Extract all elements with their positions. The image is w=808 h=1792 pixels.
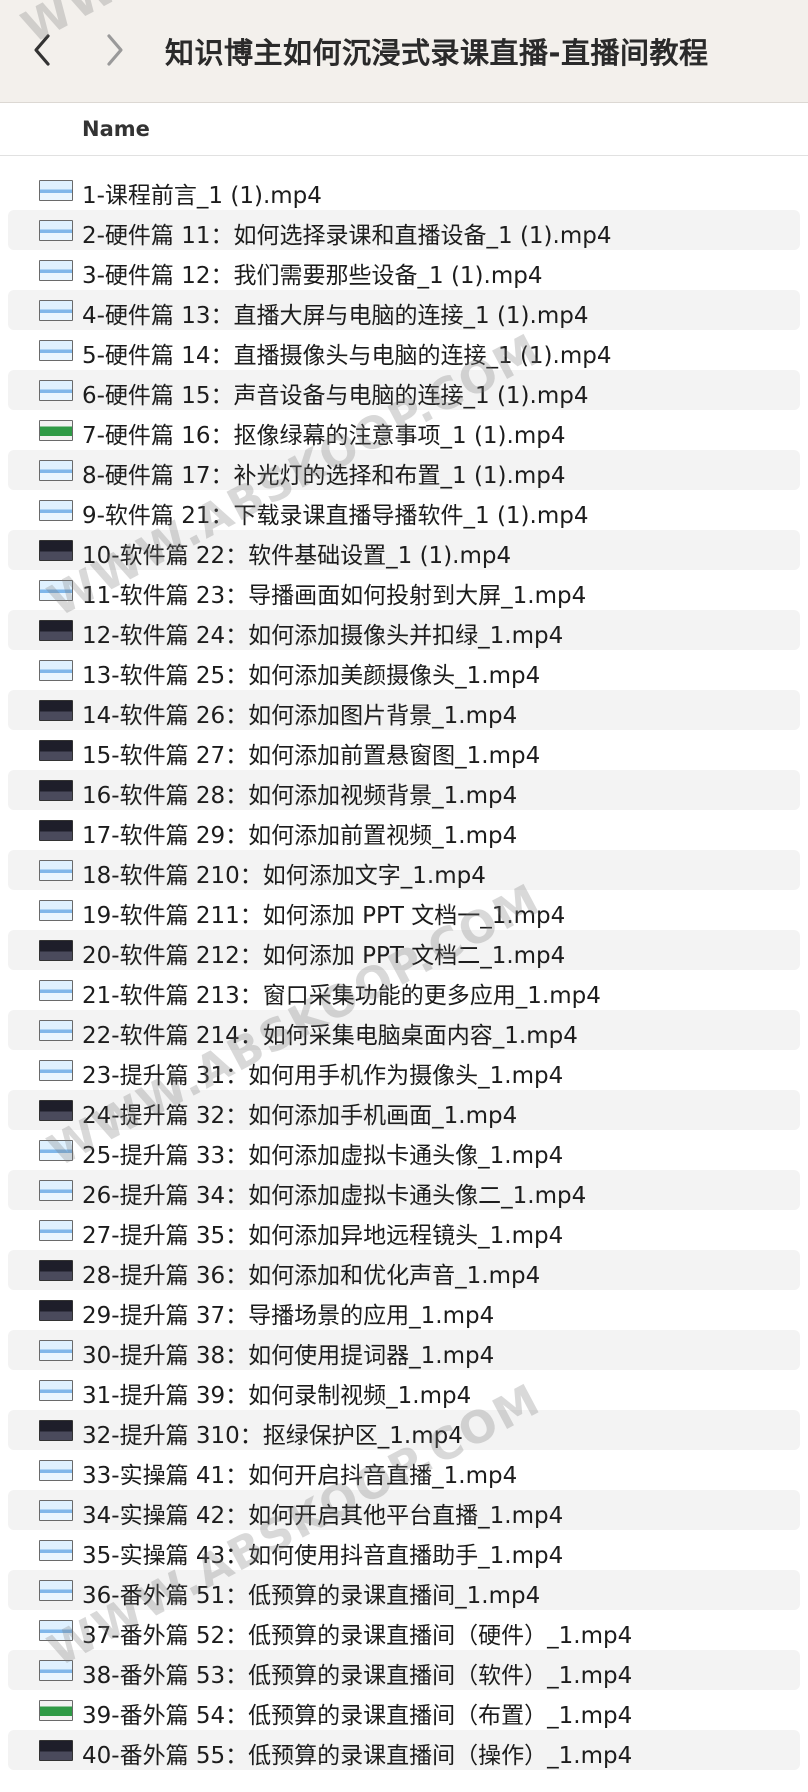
- video-thumbnail-icon: [39, 420, 73, 441]
- file-row[interactable]: 26-提升篇 34：如何添加虚拟卡通头像二_1.mp4: [8, 1170, 800, 1210]
- file-name: 30-提升篇 38：如何使用提词器_1.mp4: [82, 1343, 495, 1369]
- column-header[interactable]: Name: [0, 103, 808, 156]
- file-row[interactable]: 3-硬件篇 12：我们需要那些设备_1 (1).mp4: [8, 250, 800, 290]
- video-thumbnail-icon: [39, 1020, 73, 1041]
- file-name: 15-软件篇 27：如何添加前置悬窗图_1.mp4: [82, 743, 541, 769]
- file-row[interactable]: 16-软件篇 28：如何添加视频背景_1.mp4: [8, 770, 800, 810]
- file-row[interactable]: 38-番外篇 53：低预算的录课直播间（软件）_1.mp4: [8, 1650, 800, 1690]
- file-row[interactable]: 22-软件篇 214：如何采集电脑桌面内容_1.mp4: [8, 1010, 800, 1050]
- video-thumbnail-icon: [39, 980, 73, 1001]
- video-thumbnail-icon: [39, 1340, 73, 1361]
- file-row[interactable]: 27-提升篇 35：如何添加异地远程镜头_1.mp4: [8, 1210, 800, 1250]
- video-thumbnail-icon: [39, 380, 73, 401]
- file-row[interactable]: 12-软件篇 24：如何添加摄像头并扣绿_1.mp4: [8, 610, 800, 650]
- file-row[interactable]: 18-软件篇 210：如何添加文字_1.mp4: [8, 850, 800, 890]
- file-row[interactable]: 4-硬件篇 13：直播大屏与电脑的连接_1 (1).mp4: [8, 290, 800, 330]
- video-thumbnail-icon: [39, 1180, 73, 1201]
- file-row[interactable]: 35-实操篇 43：如何使用抖音直播助手_1.mp4: [8, 1530, 800, 1570]
- file-row[interactable]: 9-软件篇 21：下载录课直播导播软件_1 (1).mp4: [8, 490, 800, 530]
- video-thumbnail-icon: [39, 300, 73, 321]
- file-row[interactable]: 15-软件篇 27：如何添加前置悬窗图_1.mp4: [8, 730, 800, 770]
- video-thumbnail-icon: [39, 1260, 73, 1281]
- file-row[interactable]: 19-软件篇 211：如何添加 PPT 文档一_1.mp4: [8, 890, 800, 930]
- file-row[interactable]: 39-番外篇 54：低预算的录课直播间（布置）_1.mp4: [8, 1690, 800, 1730]
- file-row[interactable]: 40-番外篇 55：低预算的录课直播间（操作）_1.mp4: [8, 1730, 800, 1770]
- video-thumbnail-icon: [39, 1060, 73, 1081]
- file-name: 4-硬件篇 13：直播大屏与电脑的连接_1 (1).mp4: [82, 303, 589, 329]
- file-row[interactable]: 31-提升篇 39：如何录制视频_1.mp4: [8, 1370, 800, 1410]
- file-row[interactable]: 5-硬件篇 14：直播摄像头与电脑的连接_1 (1).mp4: [8, 330, 800, 370]
- video-thumbnail-icon: [39, 1460, 73, 1481]
- file-name: 11-软件篇 23：导播画面如何投射到大屏_1.mp4: [82, 583, 587, 609]
- video-thumbnail-icon: [39, 820, 73, 841]
- file-name: 35-实操篇 43：如何使用抖音直播助手_1.mp4: [82, 1543, 564, 1569]
- file-name: 16-软件篇 28：如何添加视频背景_1.mp4: [82, 783, 518, 809]
- file-row[interactable]: 1-课程前言_1 (1).mp4: [8, 170, 800, 210]
- video-thumbnail-icon: [39, 1700, 73, 1721]
- file-name: 26-提升篇 34：如何添加虚拟卡通头像二_1.mp4: [82, 1183, 587, 1209]
- video-thumbnail-icon: [39, 1580, 73, 1601]
- file-name: 29-提升篇 37：导播场景的应用_1.mp4: [82, 1303, 495, 1329]
- name-column-label: Name: [82, 117, 150, 141]
- file-name: 27-提升篇 35：如何添加异地远程镜头_1.mp4: [82, 1223, 564, 1249]
- video-thumbnail-icon: [39, 780, 73, 801]
- file-name: 2-硬件篇 11：如何选择录课和直播设备_1 (1).mp4: [82, 223, 612, 249]
- file-name: 39-番外篇 54：低预算的录课直播间（布置）_1.mp4: [82, 1703, 633, 1729]
- file-row[interactable]: 2-硬件篇 11：如何选择录课和直播设备_1 (1).mp4: [8, 210, 800, 250]
- video-thumbnail-icon: [39, 1540, 73, 1561]
- file-name: 1-课程前言_1 (1).mp4: [82, 183, 322, 209]
- file-name: 12-软件篇 24：如何添加摄像头并扣绿_1.mp4: [82, 623, 564, 649]
- video-thumbnail-icon: [39, 500, 73, 521]
- video-thumbnail-icon: [39, 1380, 73, 1401]
- file-row[interactable]: 23-提升篇 31：如何用手机作为摄像头_1.mp4: [8, 1050, 800, 1090]
- video-thumbnail-icon: [39, 1500, 73, 1521]
- file-name: 13-软件篇 25：如何添加美颜摄像头_1.mp4: [82, 663, 541, 689]
- file-name: 14-软件篇 26：如何添加图片背景_1.mp4: [82, 703, 518, 729]
- file-name: 38-番外篇 53：低预算的录课直播间（软件）_1.mp4: [82, 1663, 633, 1689]
- video-thumbnail-icon: [39, 1220, 73, 1241]
- video-thumbnail-icon: [39, 220, 73, 241]
- file-name: 28-提升篇 36：如何添加和优化声音_1.mp4: [82, 1263, 541, 1289]
- video-thumbnail-icon: [39, 340, 73, 361]
- title-bar: 知识博主如何沉浸式录课直播-直播间教程: [0, 0, 808, 103]
- window-title: 知识博主如何沉浸式录课直播-直播间教程: [165, 36, 709, 70]
- video-thumbnail-icon: [39, 1740, 73, 1761]
- file-name: 25-提升篇 33：如何添加虚拟卡通头像_1.mp4: [82, 1143, 564, 1169]
- video-thumbnail-icon: [39, 860, 73, 881]
- video-thumbnail-icon: [39, 900, 73, 921]
- file-row[interactable]: 17-软件篇 29：如何添加前置视频_1.mp4: [8, 810, 800, 850]
- file-row[interactable]: 8-硬件篇 17：补光灯的选择和布置_1 (1).mp4: [8, 450, 800, 490]
- file-row[interactable]: 13-软件篇 25：如何添加美颜摄像头_1.mp4: [8, 650, 800, 690]
- video-thumbnail-icon: [39, 1420, 73, 1441]
- file-row[interactable]: 28-提升篇 36：如何添加和优化声音_1.mp4: [8, 1250, 800, 1290]
- video-thumbnail-icon: [39, 700, 73, 721]
- video-thumbnail-icon: [39, 260, 73, 281]
- file-name: 40-番外篇 55：低预算的录课直播间（操作）_1.mp4: [82, 1743, 633, 1769]
- forward-button[interactable]: [95, 22, 135, 78]
- video-thumbnail-icon: [39, 660, 73, 681]
- file-name: 17-软件篇 29：如何添加前置视频_1.mp4: [82, 823, 518, 849]
- video-thumbnail-icon: [39, 460, 73, 481]
- chevron-right-icon: [107, 34, 123, 66]
- file-name: 18-软件篇 210：如何添加文字_1.mp4: [82, 863, 486, 889]
- video-thumbnail-icon: [39, 540, 73, 561]
- file-row[interactable]: 29-提升篇 37：导播场景的应用_1.mp4: [8, 1290, 800, 1330]
- video-thumbnail-icon: [39, 1300, 73, 1321]
- video-thumbnail-icon: [39, 740, 73, 761]
- file-name: 3-硬件篇 12：我们需要那些设备_1 (1).mp4: [82, 263, 543, 289]
- video-thumbnail-icon: [39, 180, 73, 201]
- video-thumbnail-icon: [39, 940, 73, 961]
- file-row[interactable]: 14-软件篇 26：如何添加图片背景_1.mp4: [8, 690, 800, 730]
- file-name: 31-提升篇 39：如何录制视频_1.mp4: [82, 1383, 472, 1409]
- file-row[interactable]: 30-提升篇 38：如何使用提词器_1.mp4: [8, 1330, 800, 1370]
